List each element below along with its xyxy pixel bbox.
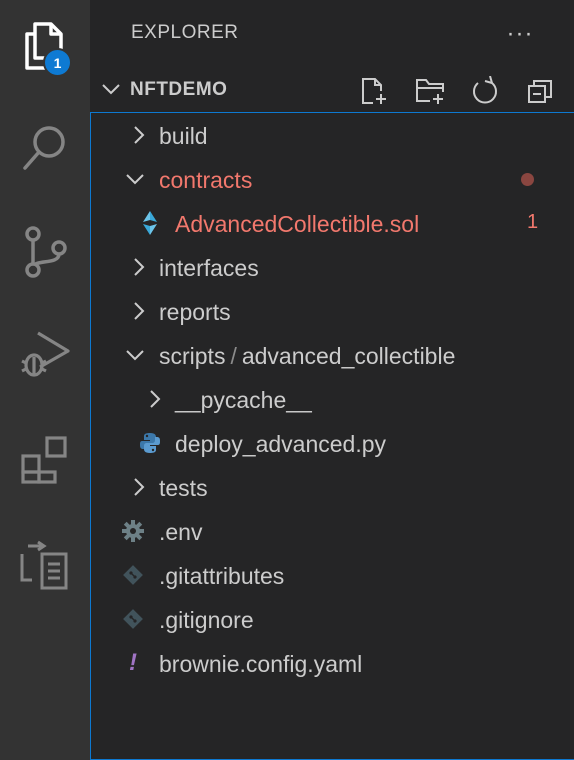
chevron-down-icon bbox=[102, 84, 120, 95]
tree-item-contracts[interactable]: contracts bbox=[91, 157, 574, 201]
more-actions-icon: ··· bbox=[506, 20, 534, 47]
python-file-icon bbox=[139, 432, 161, 454]
tree-item-label: tests bbox=[159, 475, 208, 501]
tree-item-label: build bbox=[159, 123, 208, 149]
tree-item-label: reports bbox=[159, 299, 231, 325]
tree-item-brownie-config-yaml[interactable]: ! brownie.config.yaml bbox=[91, 641, 574, 685]
chevron-down-icon bbox=[126, 350, 144, 361]
source-control-button[interactable] bbox=[0, 212, 90, 292]
search-button[interactable] bbox=[0, 108, 90, 188]
explorer-button[interactable] bbox=[0, 6, 90, 86]
new-folder-icon bbox=[416, 79, 444, 104]
explorer-sidebar: EXPLORER ··· NFTDEMO build contracts Adv… bbox=[90, 0, 574, 760]
tree-item-pycache[interactable]: __pycache__ bbox=[91, 377, 574, 421]
remote-explorer-icon bbox=[20, 540, 68, 590]
git-icon bbox=[122, 564, 144, 586]
chevron-right-icon bbox=[134, 258, 145, 276]
file-tree: build contracts AdvancedCollectible.sol … bbox=[90, 112, 574, 760]
tree-item-interfaces[interactable]: interfaces bbox=[91, 245, 574, 289]
tree-item-scripts[interactable]: scripts / advanced_collectible bbox=[91, 333, 574, 377]
refresh-icon bbox=[473, 76, 497, 104]
tree-item-advancedcollectible-sol[interactable]: AdvancedCollectible.sol 1 bbox=[91, 201, 574, 245]
compact-folder-segment[interactable]: advanced_collectible bbox=[242, 343, 456, 369]
search-icon bbox=[23, 126, 65, 170]
tree-item-gitattributes[interactable]: .gitattributes bbox=[91, 553, 574, 597]
chevron-right-icon bbox=[134, 126, 145, 144]
tree-item-label: deploy_advanced.py bbox=[175, 431, 386, 457]
compact-folder-separator: / bbox=[230, 343, 237, 369]
extensions-button[interactable] bbox=[0, 420, 90, 500]
yaml-exclamation-glyph: ! bbox=[129, 649, 137, 676]
gear-icon bbox=[122, 520, 144, 542]
run-debug-icon bbox=[21, 331, 70, 377]
workspace-folder-name: NFTDEMO bbox=[130, 79, 228, 100]
remote-explorer-button[interactable] bbox=[0, 526, 90, 606]
tree-item-label: brownie.config.yaml bbox=[159, 651, 363, 677]
chevron-right-icon bbox=[134, 478, 145, 496]
workspace-folder-header[interactable]: NFTDEMO bbox=[90, 68, 574, 112]
yaml-file-icon: ! bbox=[122, 649, 144, 676]
new-folder-button[interactable] bbox=[413, 74, 447, 108]
tree-item-deploy-advanced-py[interactable]: deploy_advanced.py bbox=[91, 421, 574, 465]
activity-bar: 1 bbox=[0, 0, 90, 760]
git-icon bbox=[122, 608, 144, 630]
collapse-all-icon bbox=[528, 80, 552, 103]
tree-item-label: AdvancedCollectible.sol bbox=[175, 211, 420, 237]
explorer-badge: 1 bbox=[43, 48, 72, 77]
compact-folder-segment[interactable]: scripts bbox=[159, 343, 225, 369]
tree-item-env[interactable]: .env bbox=[91, 509, 574, 553]
problem-indicator-dot bbox=[521, 173, 534, 186]
tree-item-label: .env bbox=[159, 519, 203, 545]
tree-item-gitignore[interactable]: .gitignore bbox=[91, 597, 574, 641]
refresh-explorer-button[interactable] bbox=[468, 74, 502, 108]
extensions-icon bbox=[21, 436, 67, 484]
tree-item-label: scripts / advanced_collectible bbox=[159, 343, 455, 370]
source-control-icon bbox=[25, 226, 67, 278]
tree-item-label: interfaces bbox=[159, 255, 259, 281]
new-file-icon bbox=[362, 78, 386, 104]
tree-item-build[interactable]: build bbox=[91, 113, 574, 157]
new-file-button[interactable] bbox=[357, 74, 391, 108]
problem-count-badge: 1 bbox=[527, 211, 539, 233]
chevron-right-icon bbox=[150, 390, 161, 408]
solidity-file-icon bbox=[139, 211, 161, 235]
chevron-down-icon bbox=[126, 174, 144, 185]
tree-item-label: .gitattributes bbox=[159, 563, 285, 589]
explorer-title: EXPLORER bbox=[131, 22, 239, 43]
tree-item-reports[interactable]: reports bbox=[91, 289, 574, 333]
tree-item-label: .gitignore bbox=[159, 607, 254, 633]
tree-item-label: __pycache__ bbox=[175, 387, 312, 413]
chevron-right-icon bbox=[134, 302, 145, 320]
tree-item-tests[interactable]: tests bbox=[91, 465, 574, 509]
collapse-all-button[interactable] bbox=[524, 74, 558, 108]
more-actions-button[interactable]: ··· bbox=[502, 16, 538, 52]
tree-item-label: contracts bbox=[159, 167, 253, 193]
run-debug-button[interactable] bbox=[0, 314, 90, 394]
